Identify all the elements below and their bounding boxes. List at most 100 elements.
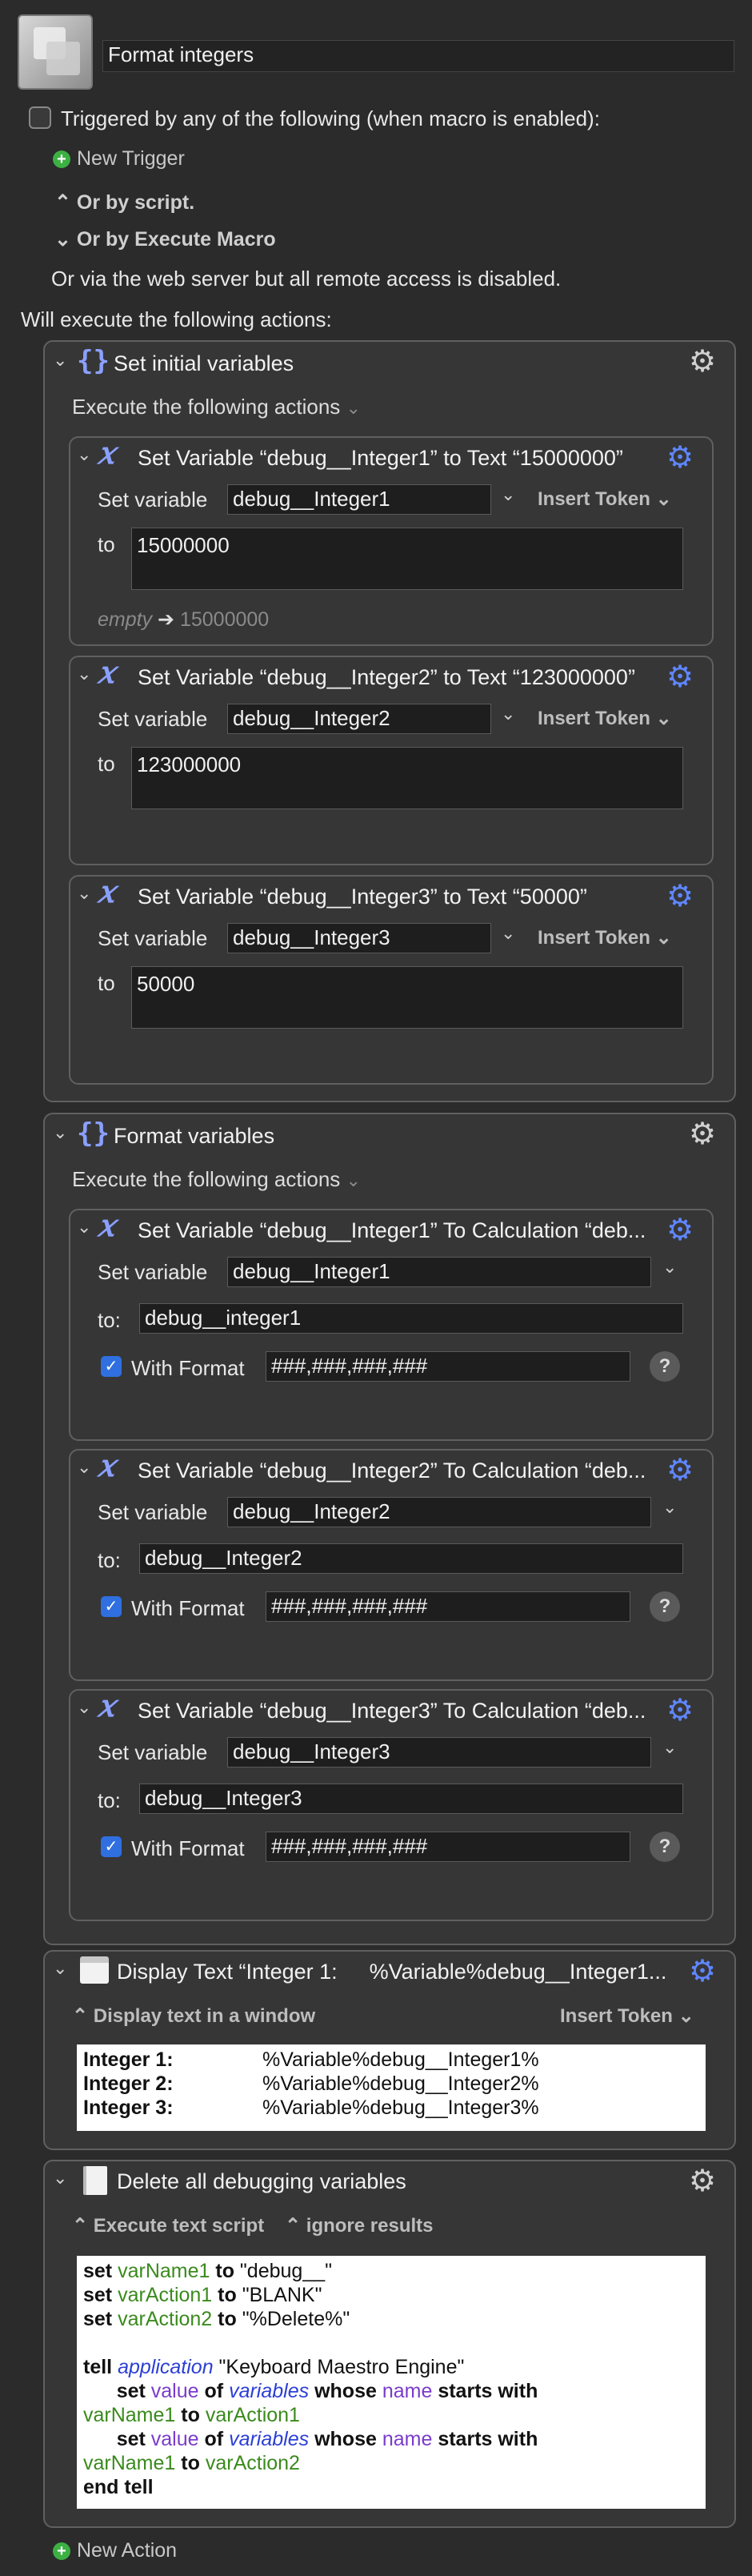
action-calc-1[interactable]: ⌄ 𝑥 Set Variable “debug__Integer1” To Ca… bbox=[69, 1207, 714, 1441]
to-label: to: bbox=[98, 1788, 121, 1812]
chevron-down-icon[interactable]: ⌄ bbox=[77, 1457, 91, 1478]
format-field[interactable]: ###,###,###,### bbox=[266, 1351, 630, 1382]
script-field[interactable]: set varName1 to "debug__" set varAction1… bbox=[77, 2256, 706, 2509]
to-label: to bbox=[98, 532, 115, 556]
gear-icon[interactable]: ⚙ bbox=[662, 659, 698, 694]
chevron-down-icon[interactable]: ⌄ bbox=[501, 704, 515, 724]
set-variable-label: Set variable bbox=[98, 1500, 208, 1524]
action-display-text[interactable]: ⌄ Display Text “Integer 1: %Variable%debu… bbox=[43, 1950, 736, 2150]
chevron-down-icon[interactable]: ⌄ bbox=[77, 444, 91, 465]
action-set-var-3[interactable]: ⌄ 𝑥 Set Variable “debug__Integer3” to Te… bbox=[69, 873, 714, 1085]
action-title: Set Variable “debug__Integer1” to Text “… bbox=[138, 446, 623, 470]
results-mode-popup[interactable]: ⌃ ignore results bbox=[285, 2214, 434, 2237]
calculation-field[interactable]: debug__integer1 bbox=[139, 1303, 683, 1334]
updown-icon: ⌃ bbox=[72, 2215, 89, 2237]
chevron-down-icon[interactable]: ⌄ bbox=[77, 664, 91, 684]
new-action-button[interactable]: + New Action bbox=[53, 2539, 177, 2562]
gear-icon[interactable]: ⚙ bbox=[662, 1452, 698, 1487]
group-set-initial-variables[interactable]: ⌄ {} Set initial variables ⚙ Execute the… bbox=[43, 340, 736, 1102]
updown-icon: ⌃ bbox=[285, 2215, 302, 2237]
chevron-down-icon[interactable]: ⌄ bbox=[501, 484, 515, 505]
gear-icon[interactable]: ⚙ bbox=[662, 878, 698, 913]
with-format-label: With Format bbox=[131, 1836, 245, 1860]
chevron-down-icon[interactable]: ⌄ bbox=[77, 883, 91, 904]
chevron-down-icon[interactable]: ⌄ bbox=[77, 1697, 91, 1718]
display-text-field[interactable]: Integer 1: %Variable%debug__Integer1% Int… bbox=[77, 2044, 706, 2131]
group-title: Set initial variables bbox=[114, 351, 294, 375]
group-format-variables[interactable]: ⌄ {} Format variables ⚙ Execute the foll… bbox=[43, 1113, 736, 1945]
execute-mode-popup[interactable]: ⌃ Execute text script bbox=[72, 2214, 264, 2237]
help-button[interactable]: ? bbox=[650, 1591, 680, 1622]
chevron-down-icon[interactable]: ⌄ bbox=[662, 1737, 677, 1758]
chevron-down-icon[interactable]: ⌄ bbox=[501, 923, 515, 944]
chevron-down-icon[interactable]: ⌄ bbox=[53, 350, 67, 371]
variable-name-field[interactable]: debug__Integer3 bbox=[227, 923, 491, 953]
variable-name-field[interactable]: debug__Integer2 bbox=[227, 1497, 651, 1527]
action-title: Set Variable “debug__Integer1” To Calcul… bbox=[138, 1218, 646, 1242]
chevron-down-icon[interactable]: ⌄ bbox=[53, 1122, 67, 1143]
format-field[interactable]: ###,###,###,### bbox=[266, 1591, 630, 1622]
action-set-var-2[interactable]: ⌄ 𝑥 Set Variable “debug__Integer2” to Te… bbox=[69, 654, 714, 865]
action-title: Set Variable “debug__Integer3” to Text “… bbox=[138, 885, 587, 909]
value-field[interactable]: 15000000 bbox=[131, 528, 683, 590]
variable-x-icon: 𝑥 bbox=[98, 1687, 115, 1723]
set-variable-label: Set variable bbox=[98, 488, 208, 512]
action-title: Set Variable “debug__Integer2” To Calcul… bbox=[138, 1459, 646, 1483]
format-field[interactable]: ###,###,###,### bbox=[266, 1832, 630, 1862]
display-mode-popup[interactable]: ⌃ Display text in a window bbox=[72, 2004, 315, 2028]
calculation-field[interactable]: debug__Integer2 bbox=[139, 1543, 683, 1574]
to-label: to bbox=[98, 971, 115, 995]
new-trigger-label: New Trigger bbox=[77, 147, 185, 170]
action-calc-2[interactable]: ⌄ 𝑥 Set Variable “debug__Integer2” To Ca… bbox=[69, 1447, 714, 1681]
action-title: Display Text “Integer 1: %Variable%debug_… bbox=[117, 1960, 667, 1984]
new-action-label: New Action bbox=[77, 2539, 178, 2562]
gear-icon[interactable]: ⚙ bbox=[685, 1116, 720, 1151]
variable-x-icon: 𝑥 bbox=[98, 1447, 115, 1483]
with-format-checkbox[interactable]: ✓ bbox=[101, 1836, 122, 1857]
macro-icon[interactable] bbox=[18, 14, 93, 90]
calculation-field[interactable]: debug__Integer3 bbox=[139, 1784, 683, 1814]
new-trigger-button[interactable]: + New Trigger bbox=[53, 147, 185, 171]
with-format-checkbox[interactable]: ✓ bbox=[101, 1596, 122, 1617]
gear-icon[interactable]: ⚙ bbox=[685, 1953, 720, 1988]
chevron-down-icon: ⌄ bbox=[54, 228, 71, 251]
chevron-down-icon[interactable]: ⌄ bbox=[53, 1958, 67, 1979]
variable-name-field[interactable]: debug__Integer1 bbox=[227, 484, 491, 515]
variable-name-field[interactable]: debug__Integer3 bbox=[227, 1737, 651, 1767]
action-set-var-1[interactable]: ⌄ 𝑥 Set Variable “debug__Integer1” to Te… bbox=[69, 435, 714, 646]
chevron-down-icon[interactable]: ⌄ bbox=[53, 2168, 67, 2189]
chevron-down-icon[interactable]: ⌄ bbox=[662, 1257, 677, 1278]
chevron-down-icon[interactable]: ⌄ bbox=[662, 1497, 677, 1518]
triggered-checkbox[interactable] bbox=[29, 106, 51, 129]
variable-name-field[interactable]: debug__Integer1 bbox=[227, 1257, 651, 1287]
gear-icon[interactable]: ⚙ bbox=[662, 439, 698, 475]
variable-x-icon: 𝑥 bbox=[98, 435, 115, 471]
gear-icon[interactable]: ⚙ bbox=[685, 343, 720, 379]
insert-token-button[interactable]: Insert Token ⌄ bbox=[538, 926, 672, 949]
action-delete-variables[interactable]: ⌄ Delete all debugging variables ⚙ ⌃ Exe… bbox=[43, 2160, 736, 2528]
chevron-down-icon[interactable]: ⌄ bbox=[77, 1217, 91, 1238]
value-field[interactable]: 50000 bbox=[131, 966, 683, 1029]
help-button[interactable]: ? bbox=[650, 1832, 680, 1862]
value-field[interactable]: 123000000 bbox=[131, 747, 683, 809]
variable-x-icon: 𝑥 bbox=[98, 873, 115, 909]
gear-icon[interactable]: ⚙ bbox=[662, 1212, 698, 1247]
with-format-label: With Format bbox=[131, 1356, 245, 1380]
insert-token-button[interactable]: Insert Token ⌄ bbox=[538, 707, 672, 730]
insert-token-button[interactable]: Insert Token ⌄ bbox=[538, 488, 672, 511]
gear-icon[interactable]: ⚙ bbox=[685, 2163, 720, 2198]
execute-label: Execute the following actions ⌄ bbox=[72, 395, 361, 419]
help-button[interactable]: ? bbox=[650, 1351, 680, 1382]
group-icon: {} bbox=[77, 345, 110, 377]
with-format-checkbox[interactable]: ✓ bbox=[101, 1356, 122, 1377]
macro-name-field[interactable]: Format integers bbox=[102, 40, 734, 72]
gear-icon[interactable]: ⚙ bbox=[662, 1692, 698, 1727]
or-by-script[interactable]: ⌃ Or by script. bbox=[54, 191, 194, 215]
or-by-execute[interactable]: ⌄ Or by Execute Macro bbox=[54, 227, 276, 251]
variable-name-field[interactable]: debug__Integer2 bbox=[227, 704, 491, 734]
insert-token-button[interactable]: Insert Token ⌄ bbox=[560, 2004, 694, 2028]
variable-x-icon: 𝑥 bbox=[98, 1207, 115, 1243]
action-title: Set Variable “debug__Integer3” To Calcul… bbox=[138, 1699, 646, 1723]
action-calc-3[interactable]: ⌄ 𝑥 Set Variable “debug__Integer3” To Ca… bbox=[69, 1687, 714, 1921]
to-label: to bbox=[98, 752, 115, 776]
